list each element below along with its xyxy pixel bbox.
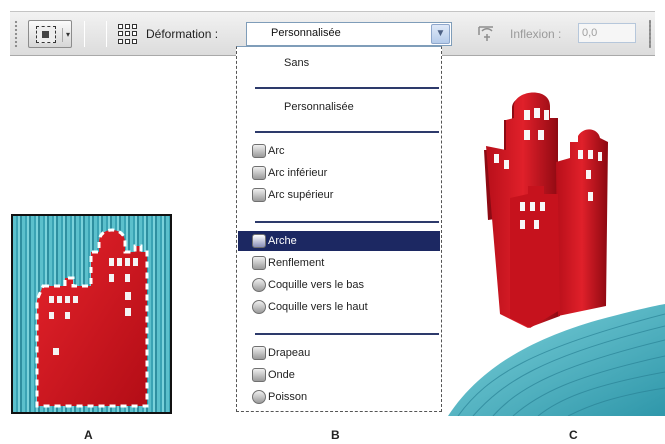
warp-style-menu: Sans Personnalisée Arc Arc inférieur Arc…: [236, 46, 442, 412]
menu-item-arc-superieur[interactable]: Arc supérieur: [238, 185, 440, 205]
warp-grid-icon: [118, 24, 138, 44]
menu-item-poisson[interactable]: Poisson: [238, 387, 440, 407]
warp-style-value: Personnalisée: [271, 27, 341, 39]
wave-icon: [252, 368, 266, 382]
inflexion-input[interactable]: 0,0: [578, 23, 636, 43]
warp-style-select[interactable]: Personnalisée ▼: [246, 22, 452, 46]
menu-item-arc-inferieur[interactable]: Arc inférieur: [238, 163, 440, 183]
chevron-down-icon[interactable]: ▼: [431, 24, 450, 44]
warp-label: Déformation :: [146, 27, 219, 41]
menu-item-renflement[interactable]: Renflement: [238, 253, 440, 273]
menu-separator: [255, 131, 439, 133]
caption-a: A: [84, 428, 93, 442]
inflexion-label: Inflexion :: [510, 27, 562, 41]
menu-item-personnalisee[interactable]: Personnalisée: [238, 97, 440, 117]
menu-item-drapeau[interactable]: Drapeau: [238, 343, 440, 363]
menu-item-coquille-haut[interactable]: Coquille vers le haut: [238, 297, 440, 317]
caption-b: B: [331, 428, 340, 442]
bulge-icon: [252, 256, 266, 270]
menu-item-arche[interactable]: Arche: [238, 231, 440, 251]
menu-separator: [255, 221, 439, 223]
menu-separator: [255, 87, 439, 89]
flag-icon: [252, 346, 266, 360]
menu-separator: [255, 333, 439, 335]
arc-lower-icon: [252, 166, 266, 180]
toolbar-grip-end: [649, 20, 651, 48]
menu-item-arc[interactable]: Arc: [238, 141, 440, 161]
fish-icon: [252, 390, 266, 404]
rect-marquee-icon: [36, 26, 56, 43]
toolbar-divider: [106, 21, 107, 47]
caption-c: C: [569, 428, 578, 442]
tool-preset-picker[interactable]: ▾: [28, 20, 72, 48]
toolbar-grip[interactable]: [14, 20, 18, 48]
original-image-panel: [11, 214, 172, 414]
warped-building-illustration: [448, 92, 665, 416]
toolbar-divider: [84, 21, 85, 47]
menu-item-sans[interactable]: Sans: [238, 53, 440, 73]
flat-building-illustration: [35, 228, 149, 408]
warp-orientation-icon[interactable]: [476, 25, 496, 43]
arch-icon: [252, 234, 266, 248]
warped-image-panel: [448, 70, 665, 416]
shell-lower-icon: [252, 278, 266, 292]
shell-upper-icon: [252, 300, 266, 314]
menu-item-coquille-bas[interactable]: Coquille vers le bas: [238, 275, 440, 295]
chevron-down-icon: ▾: [62, 28, 70, 42]
menu-item-onde[interactable]: Onde: [238, 365, 440, 385]
arc-icon: [252, 144, 266, 158]
arc-upper-icon: [252, 188, 266, 202]
